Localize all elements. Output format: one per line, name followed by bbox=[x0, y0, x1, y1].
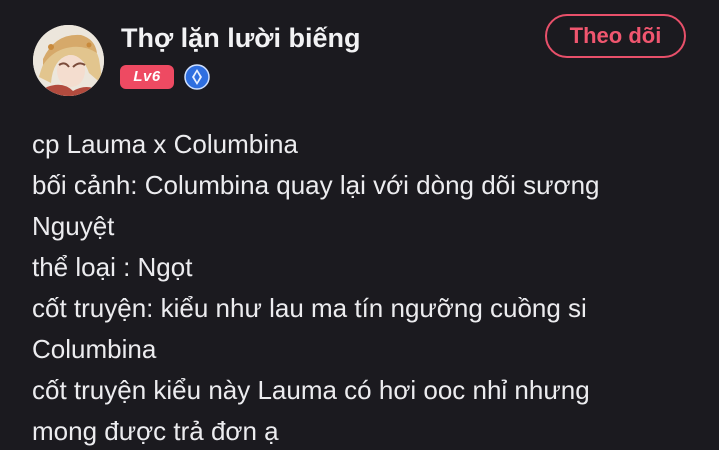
post-line: thể loại : Ngọt bbox=[32, 252, 193, 282]
level-badge: Lv6 bbox=[120, 65, 174, 89]
avatar-image bbox=[33, 25, 104, 96]
avatar[interactable] bbox=[33, 25, 104, 96]
post-line: cốt truyện: kiểu như lau ma tín ngưỡng c… bbox=[32, 293, 587, 323]
follow-button[interactable]: Theo dõi bbox=[545, 14, 686, 58]
post-line: cốt truyện kiểu này Lauma có hơi ooc nhỉ… bbox=[32, 375, 590, 405]
username[interactable]: Thợ lặn lười biếng bbox=[121, 22, 360, 54]
post-content: cp Lauma x Columbina bối cảnh: Columbina… bbox=[32, 124, 692, 450]
post-line: cp Lauma x Columbina bbox=[32, 129, 298, 159]
post-header: Thợ lặn lười biếng Lv6 Theo dõi bbox=[0, 0, 719, 110]
post-line: Nguyệt bbox=[32, 211, 115, 241]
post-line: bối cảnh: Columbina quay lại với dòng dõ… bbox=[32, 170, 600, 200]
post-line: Columbina bbox=[32, 334, 157, 364]
verified-icon bbox=[184, 64, 210, 90]
post-line: mong được trả đơn ạ bbox=[32, 416, 279, 446]
